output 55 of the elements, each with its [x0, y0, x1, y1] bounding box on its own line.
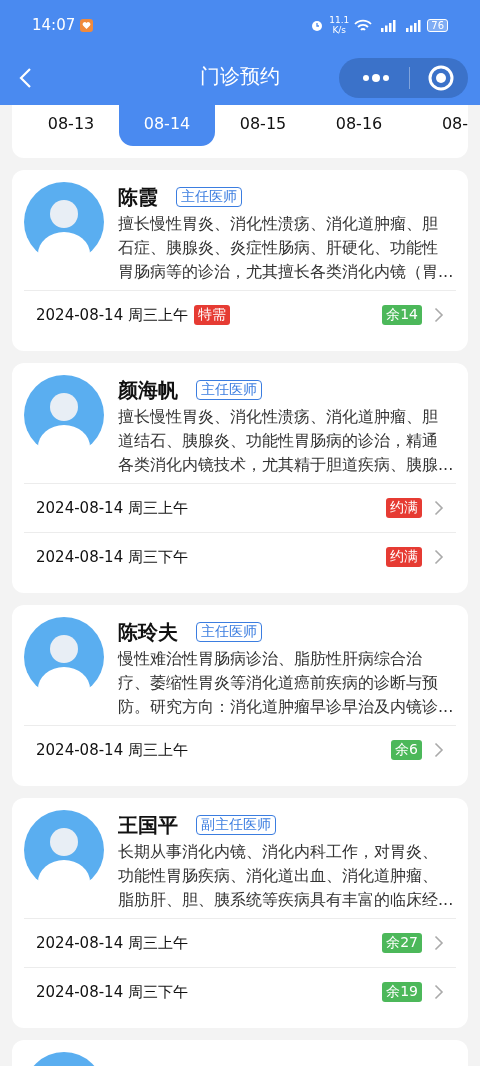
back-icon[interactable] [18, 66, 32, 89]
chevron-right-icon [434, 500, 444, 516]
availability-tag: 余14 [382, 305, 422, 325]
doctor-title: 主任医师 [196, 380, 262, 400]
doctor-title: 主任医师 [196, 622, 262, 642]
status-time: 14:07 [32, 16, 76, 34]
chevron-right-icon [434, 984, 444, 1000]
slot-time: 2024-08-14 周三上午 [36, 740, 188, 760]
network-speed: 11.1 K/s [329, 15, 350, 35]
chevron-right-icon [434, 742, 444, 758]
doctor-name: 颜海帆 [118, 377, 178, 403]
doctor-name: 陈玲夫 [118, 619, 178, 645]
doctor-description: 擅长慢性胃炎、消化性溃疡、消化道肿瘤、胆道结石、胰腺炎、功能性胃肠病的诊治，精通各类消化内镜技术，尤其精于胆道疾病、胰腺... [118, 406, 454, 476]
availability-tag: 约满 [386, 547, 422, 567]
availability-tag: 约满 [386, 498, 422, 518]
schedule-row[interactable]: 2024-08-14 周三上午 约满 [24, 484, 456, 533]
slot-time: 2024-08-14 周三下午 [36, 547, 188, 567]
more-icon[interactable] [361, 72, 391, 83]
page-title: 门诊预约 [199, 63, 281, 90]
slot-time: 2024-08-14 周三上午 [36, 498, 188, 518]
doctor-name: 王国平 [118, 812, 178, 838]
doctor-title: 主任医师 [176, 187, 242, 207]
chevron-right-icon [434, 935, 444, 951]
schedule-row[interactable]: 2024-08-14 周三下午 余19 [24, 968, 456, 1016]
special-tag: 特需 [193, 305, 230, 325]
schedule-row[interactable]: 2024-08-14 周三上午 余6 [24, 726, 456, 774]
app-notification-icon [80, 18, 94, 32]
slot-time: 2024-08-14 周三上午 [36, 305, 188, 325]
avatar-icon [24, 810, 104, 890]
availability-tag: 余6 [391, 740, 422, 760]
chevron-right-icon [434, 549, 444, 565]
schedule-row[interactable]: 2024-08-14 周三上午 余27 [24, 919, 456, 968]
availability-tag: 余19 [382, 982, 422, 1002]
doctor-description: 长期从事消化内镜、消化内科工作，对胃炎、功能性胃肠疾病、消化道出血、消化道肿瘤、脂肪肝、胆、胰系统等疾病具有丰富的临床经... [118, 841, 454, 911]
chevron-right-icon [434, 307, 444, 323]
slot-time: 2024-08-14 周三上午 [36, 933, 188, 953]
alarm-icon [310, 18, 325, 32]
date-tab[interactable]: 08-13 [23, 105, 119, 146]
schedule-row[interactable]: 2024-08-14 周三下午 约满 [24, 533, 456, 581]
date-tab[interactable]: 08- [407, 105, 468, 146]
availability-tag: 余27 [382, 933, 422, 953]
wifi-icon [354, 18, 373, 32]
schedule-row[interactable]: 2024-08-14 周三上午 特需 余14 [24, 291, 456, 339]
close-icon[interactable] [428, 64, 454, 91]
doctor-description: 慢性难治性胃肠病诊治、脂肪性肝病综合治疗、萎缩性胃炎等消化道癌前疾病的诊断与预防。研究方向：消化道肿瘤早诊早治及内镜诊... [118, 648, 454, 718]
doctor-description: 擅长慢性胃炎、消化性溃疡、消化道肿瘤、胆石症、胰腺炎、炎症性肠病、肝硬化、功能性胃肠病等的诊治，尤其擅长各类消化内镜（胃... [118, 213, 454, 283]
date-tab[interactable]: 08-15 [215, 105, 311, 146]
date-tab[interactable]: 08-16 [311, 105, 407, 146]
avatar-icon [24, 182, 104, 262]
avatar-icon [24, 617, 104, 697]
avatar-icon [24, 375, 104, 455]
doctor-title: 副主任医师 [196, 815, 276, 835]
battery-indicator: 76 [427, 18, 448, 32]
doctor-name: 陈霞 [118, 184, 158, 210]
slot-time: 2024-08-14 周三下午 [36, 982, 188, 1002]
